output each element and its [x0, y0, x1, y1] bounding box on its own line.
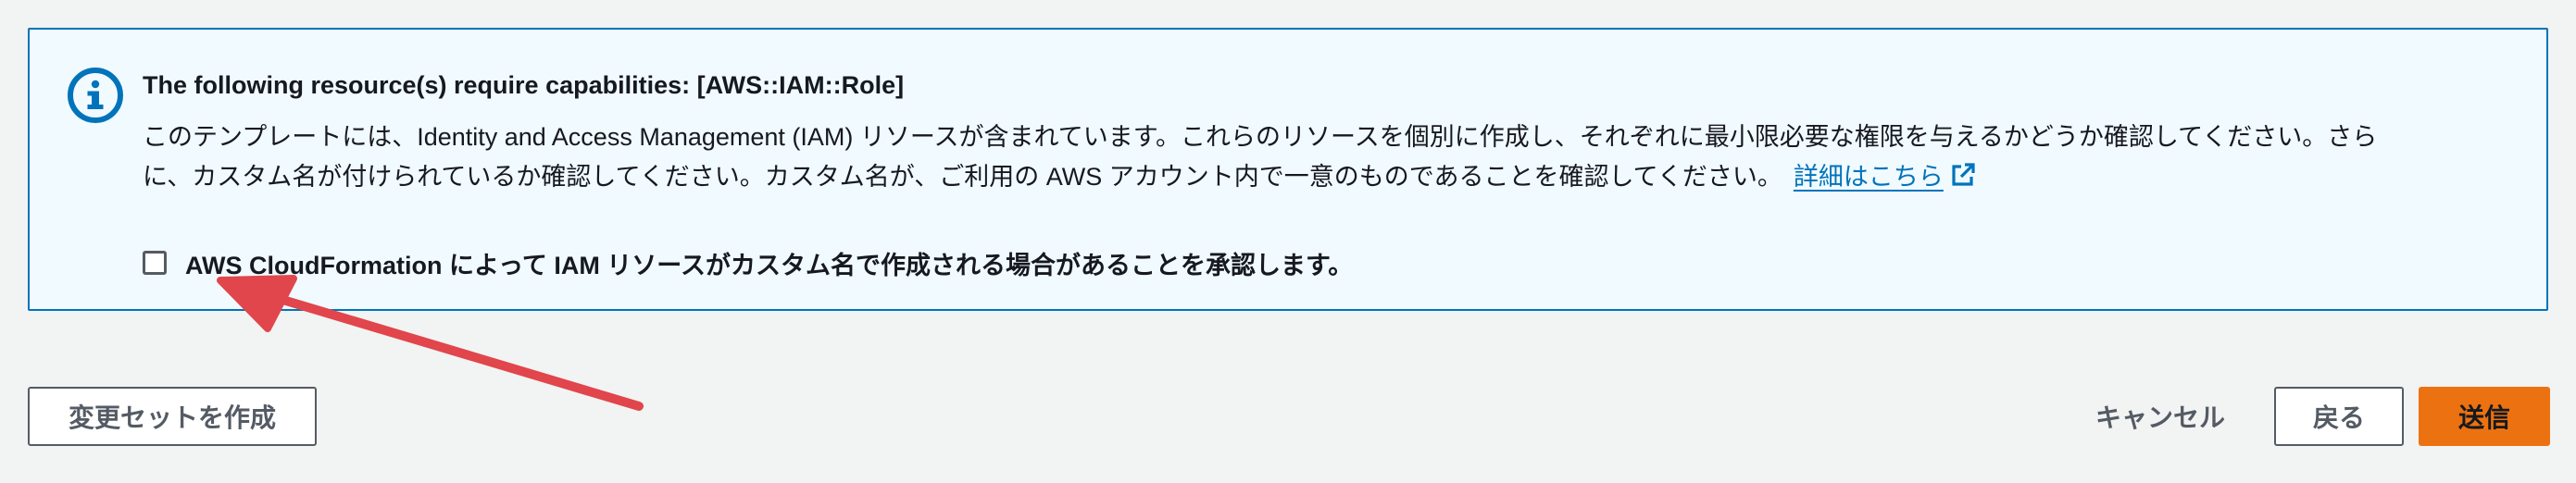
external-link-icon[interactable] [1949, 161, 1977, 189]
acknowledge-checkbox[interactable] [143, 251, 167, 275]
acknowledge-row[interactable]: AWS CloudFormation によって IAM リソースがカスタム名で作… [143, 244, 1353, 281]
alert-description: このテンプレートには、Identity and Access Managemen… [143, 118, 2513, 197]
capabilities-info-alert: The following resource(s) require capabi… [28, 28, 2548, 311]
alert-description-line: このテンプレートには、Identity and Access Managemen… [143, 123, 2378, 151]
alert-title: The following resource(s) require capabi… [143, 71, 905, 99]
cancel-button[interactable]: キャンセル [2063, 387, 2257, 446]
stack-review-page: The following resource(s) require capabi… [0, 0, 2576, 483]
back-button[interactable]: 戻る [2274, 387, 2404, 446]
create-change-set-button[interactable]: 変更セットを作成 [28, 387, 317, 446]
submit-button[interactable]: 送信 [2419, 387, 2550, 446]
alert-description-line: に、カスタム名が付けられているか確認してください。カスタム名が、ご利用の AWS… [143, 157, 2513, 197]
acknowledge-label[interactable]: AWS CloudFormation によって IAM リソースがカスタム名で作… [185, 245, 1353, 281]
learn-more-link[interactable]: 詳細はこちら [1794, 163, 1944, 191]
info-icon [68, 68, 123, 123]
alert-description-text: に、カスタム名が付けられているか確認してください。カスタム名が、ご利用の AWS… [143, 163, 1782, 191]
